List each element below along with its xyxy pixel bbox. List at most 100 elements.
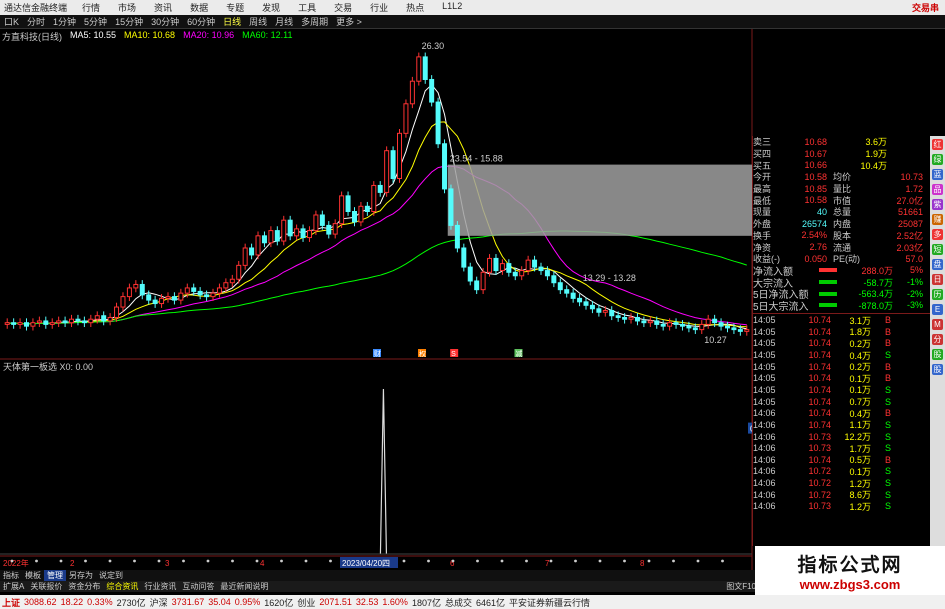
period-tab-9[interactable]: 多周期 (297, 15, 332, 28)
candle-body (229, 278, 235, 284)
quote-rows: 卖三 10.68 3.6万 买四 10.67 1.9万 买五 10.66 10.4万 今开 10.5… (753, 136, 930, 265)
period-tab-6[interactable]: 日线 (219, 15, 245, 28)
toolbar-icon[interactable]: 红 (932, 139, 943, 150)
menu-item-10[interactable]: L1L2 (433, 1, 471, 14)
tick-side: S (884, 489, 891, 500)
tick-side: S (884, 350, 891, 361)
toolbar-icon[interactable]: 股 (932, 364, 943, 375)
quote-row: 外盘 26574 内盘 25087 (753, 218, 930, 230)
toolbar-icon[interactable]: 蓝 (932, 169, 943, 180)
period-tab-0[interactable]: 分时 (23, 15, 49, 28)
period-tab-7[interactable]: 周线 (245, 15, 271, 28)
date-dot (525, 559, 528, 563)
toolbar-icon[interactable]: M (932, 319, 943, 330)
flow-bar (819, 291, 837, 296)
tick-row: 14:05 10.74 1.8万 B (753, 326, 930, 338)
toolbar-icon[interactable]: 日 (932, 274, 943, 285)
tick-time: 14:05 (753, 361, 776, 372)
candle-body (564, 289, 570, 294)
candle-body (81, 320, 87, 324)
quote-price: 10.58 (804, 171, 827, 182)
date-dot (329, 559, 332, 563)
menu-item-0[interactable]: 行情 (73, 1, 109, 14)
tick-side: B (884, 338, 891, 349)
flow-pct: 5% (909, 265, 923, 276)
candle-body (36, 320, 42, 324)
candle-body (435, 101, 441, 145)
period-tab-8[interactable]: 月线 (271, 15, 297, 28)
toolbar-icon[interactable]: 分 (932, 334, 943, 345)
period-tab-5[interactable]: 60分钟 (183, 15, 219, 28)
info-tab-4[interactable]: 行业资讯 (141, 581, 179, 592)
date-dot (647, 559, 651, 563)
date-dot (304, 559, 308, 563)
period-tab-10[interactable]: 更多 > (332, 15, 366, 28)
indicator-tab-1[interactable]: 模板 (22, 570, 44, 581)
tick-time: 14:05 (753, 396, 776, 407)
menu-item-3[interactable]: 数据 (181, 1, 217, 14)
menu-items: 行情 市场 资讯 数据 专题 发现 工具 交易 行业 热点 L1L2 (73, 1, 471, 14)
toolbar-icon[interactable]: 多 (932, 229, 943, 240)
toolbar-icon[interactable]: 股 (932, 349, 943, 360)
tick-side: S (884, 396, 891, 407)
candle-body (718, 322, 724, 327)
tick-side: S (884, 384, 891, 395)
indicator-tab-4[interactable]: 说定到 (96, 570, 126, 581)
menu-item-8[interactable]: 行业 (361, 1, 397, 14)
tick-time: 14:06 (753, 478, 776, 489)
toolbar-icon[interactable]: E (932, 304, 943, 315)
tick-volume: 1.2万 (849, 501, 871, 512)
trade-button[interactable]: 交易串 (912, 1, 945, 14)
menu-item-4[interactable]: 专题 (217, 1, 253, 14)
info-tab-2[interactable]: 资金分布 (65, 581, 103, 592)
tick-time: 14:05 (753, 373, 776, 384)
menu-item-2[interactable]: 资讯 (145, 1, 181, 14)
toolbar-icon[interactable]: 绿 (932, 154, 943, 165)
status-bar: 上证 3088.62 18.22 0.33% 2730亿 沪深 3731.67 … (0, 595, 945, 609)
candle-body (281, 219, 287, 242)
candle-body (75, 318, 81, 322)
period-tab-2[interactable]: 5分钟 (80, 15, 111, 28)
event-label-2: S (451, 351, 456, 358)
candle-body (294, 228, 300, 237)
candle-body (499, 263, 505, 272)
info-tab-3[interactable]: 综合资讯 (103, 581, 141, 592)
indicator-tab-3[interactable]: 另存为 (66, 570, 96, 581)
info-tab-5[interactable]: 互动问答 (179, 581, 217, 592)
toolbar-icon[interactable]: 盘 (932, 259, 943, 270)
info-tab-1[interactable]: 关联报价 (27, 581, 65, 592)
flow-bar (819, 268, 837, 273)
quote-price: 2.54% (801, 230, 827, 241)
candle-body (409, 80, 415, 105)
menu-item-9[interactable]: 热点 (397, 1, 433, 14)
tick-list[interactable]: 14:05 10.74 3.1万 B 14:05 10.74 1.8万 B 14:05 10.74… (753, 313, 930, 512)
info-tab-0[interactable]: 扩展A (0, 581, 27, 592)
menu-item-7[interactable]: 交易 (325, 1, 361, 14)
sz-label[interactable]: 沪深 (148, 596, 170, 609)
period-tab-3[interactable]: 15分钟 (111, 15, 147, 28)
date-dot (721, 559, 724, 563)
toolbar-icon[interactable]: 品 (932, 184, 943, 195)
toolbar-icon[interactable]: 历 (932, 289, 943, 300)
date-dot (451, 559, 455, 563)
toolbar-icon[interactable]: 赚 (932, 214, 943, 225)
menu-item-1[interactable]: 市场 (109, 1, 145, 14)
menu-item-5[interactable]: 发现 (253, 1, 289, 14)
candle-body (107, 316, 113, 322)
candle-body (101, 315, 107, 322)
toolbar-icon[interactable]: 紫 (932, 199, 943, 210)
menu-item-6[interactable]: 工具 (289, 1, 325, 14)
sh-label[interactable]: 上证 (0, 596, 22, 609)
period-tab-1[interactable]: 1分钟 (49, 15, 80, 28)
candle-body (133, 283, 139, 289)
toolbar-icon[interactable]: 短 (932, 244, 943, 255)
candle-body (422, 56, 428, 80)
indicator-tab-0[interactable]: 指标 (0, 570, 22, 581)
cy-label[interactable]: 创业 (295, 596, 317, 609)
info-tab-6[interactable]: 最近新闻说明 (217, 581, 271, 592)
period-tab-4[interactable]: 30分钟 (147, 15, 183, 28)
indicator-tab-2[interactable]: 管理 (44, 570, 66, 581)
period-prefix: 口K (4, 17, 20, 27)
flow-rows: 净流入额 288.0万 5% 大宗流入 -58.7万 -1% 5日净流入额 -563.4万 -2… (753, 265, 930, 313)
indicator-spike (379, 388, 388, 555)
